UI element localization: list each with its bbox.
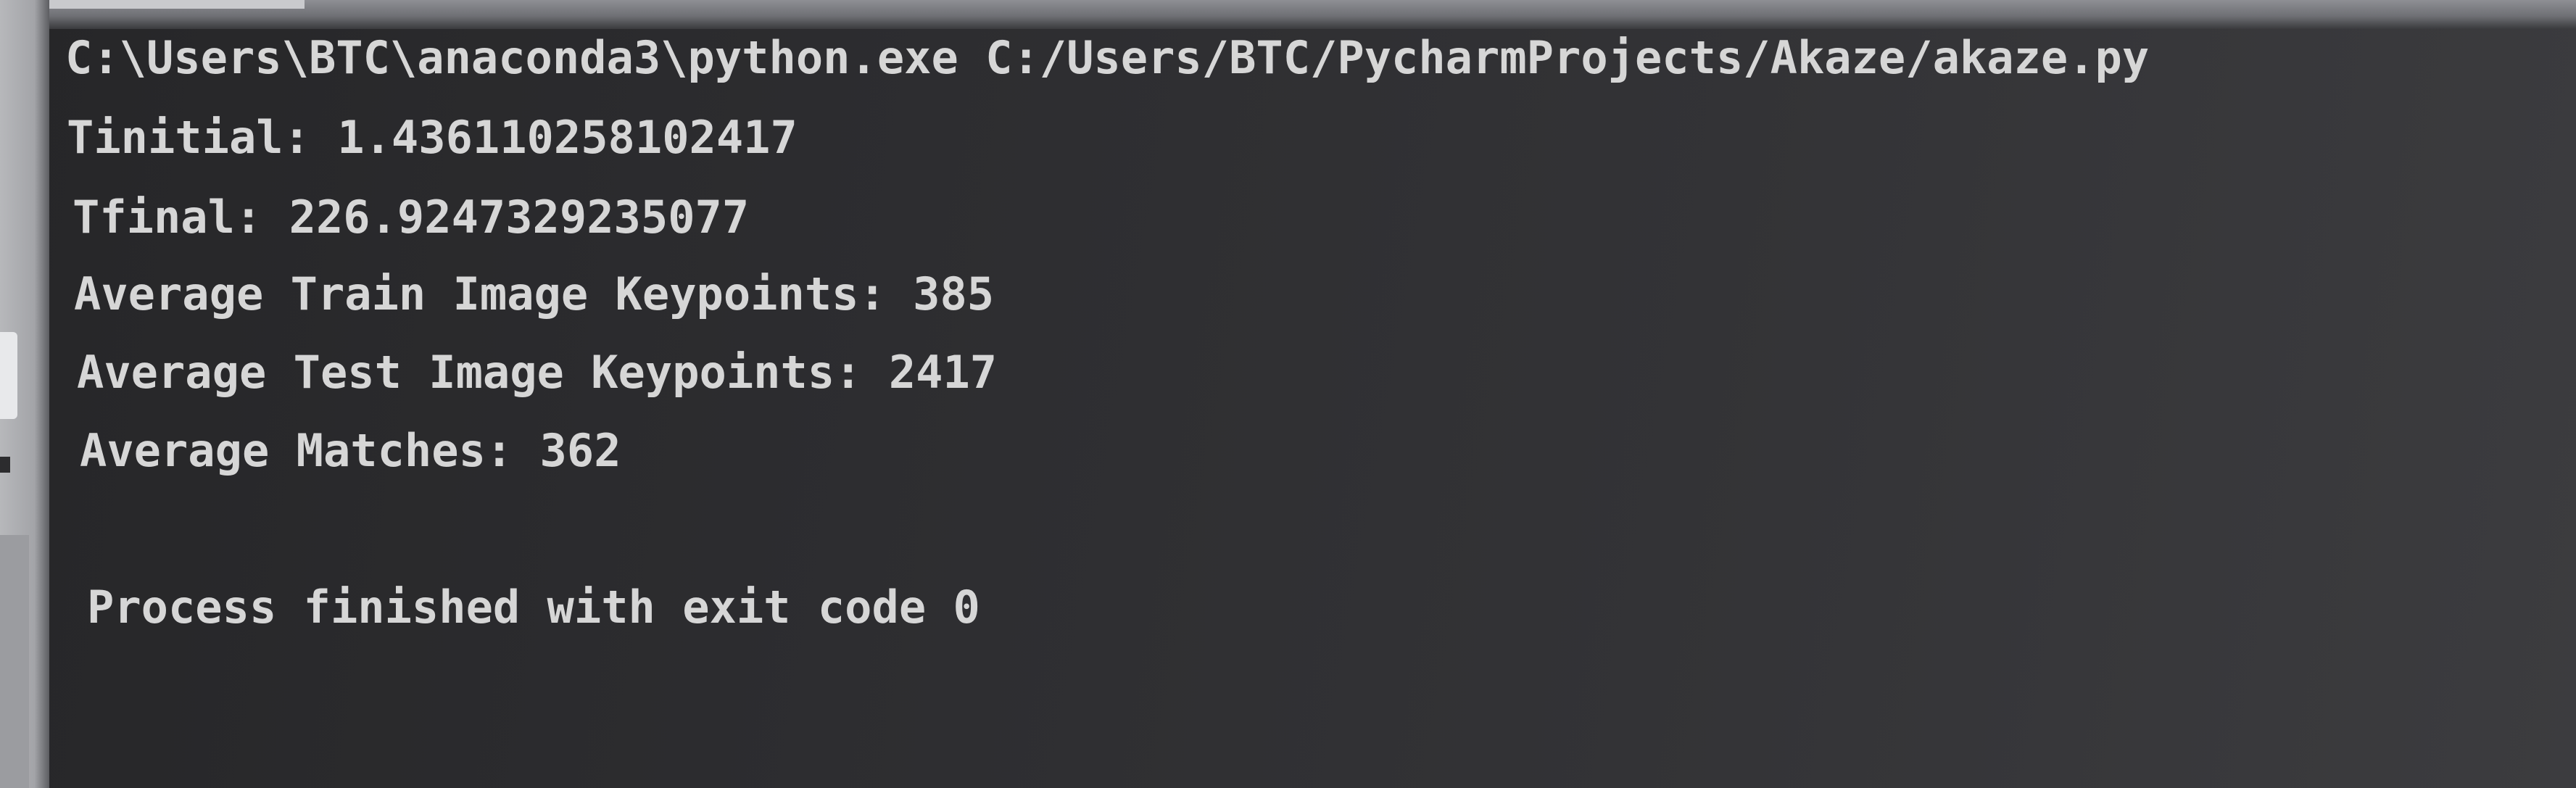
- top-bezel: [0, 0, 2576, 29]
- screen: C:\Users\BTC\anaconda3\python.exe C:/Use…: [0, 0, 2576, 788]
- run-console-output[interactable]: C:\Users\BTC\anaconda3\python.exe C:/Use…: [49, 29, 2576, 788]
- console-line-test-keypoints: Average Test Image Keypoints: 2417: [77, 346, 998, 399]
- console-line-matches: Average Matches: 362: [80, 424, 621, 477]
- console-line-train-keypoints: Average Train Image Keypoints: 385: [74, 267, 995, 320]
- console-line-tfinal: Tfinal: 226.9247329235077: [73, 191, 750, 244]
- left-tool-gutter: [0, 0, 49, 788]
- gutter-scroll-tab[interactable]: [0, 332, 17, 419]
- console-exit-message: Process finished with exit code 0: [87, 581, 980, 634]
- console-line-tinitial: Tinitial: 1.436110258102417: [67, 111, 798, 164]
- console-command-line: C:\Users\BTC\anaconda3\python.exe C:/Use…: [65, 31, 2150, 84]
- gutter-lower-panel: [0, 535, 29, 788]
- gutter-marker: [0, 457, 10, 473]
